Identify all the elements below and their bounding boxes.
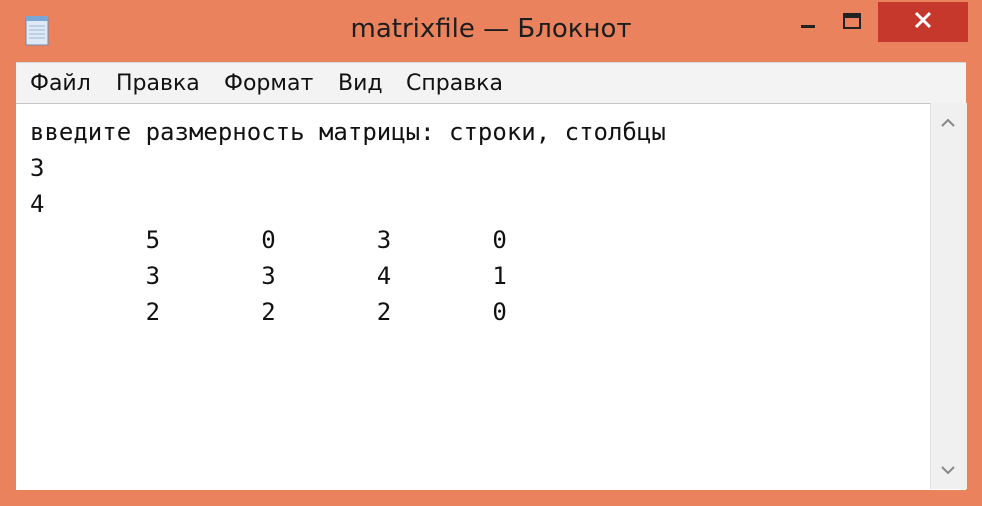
minimize-icon — [801, 14, 815, 33]
close-icon — [914, 11, 932, 33]
menu-view[interactable]: Вид — [338, 71, 383, 96]
menu-edit[interactable]: Правка — [116, 71, 200, 96]
editor-content[interactable]: введите размерность матрицы: строки, сто… — [30, 114, 930, 484]
chevron-up-icon[interactable] — [940, 113, 956, 132]
menu-bar: Файл Правка Формат Вид Справка — [16, 62, 966, 103]
minimize-button[interactable] — [786, 4, 830, 42]
menu-file[interactable]: Файл — [30, 71, 91, 96]
vertical-scrollbar[interactable] — [930, 103, 967, 489]
chevron-down-icon[interactable] — [940, 460, 956, 479]
notepad-window: matrixfile — Блокнот Файл Правка Формат … — [0, 0, 982, 506]
title-bar[interactable]: matrixfile — Блокнот — [0, 0, 982, 60]
text-editor[interactable]: введите размерность матрицы: строки, сто… — [16, 103, 966, 490]
close-button[interactable] — [878, 2, 968, 42]
maximize-icon — [843, 13, 861, 33]
maximize-button[interactable] — [830, 4, 874, 42]
menu-format[interactable]: Формат — [224, 71, 313, 96]
menu-help[interactable]: Справка — [406, 71, 503, 96]
